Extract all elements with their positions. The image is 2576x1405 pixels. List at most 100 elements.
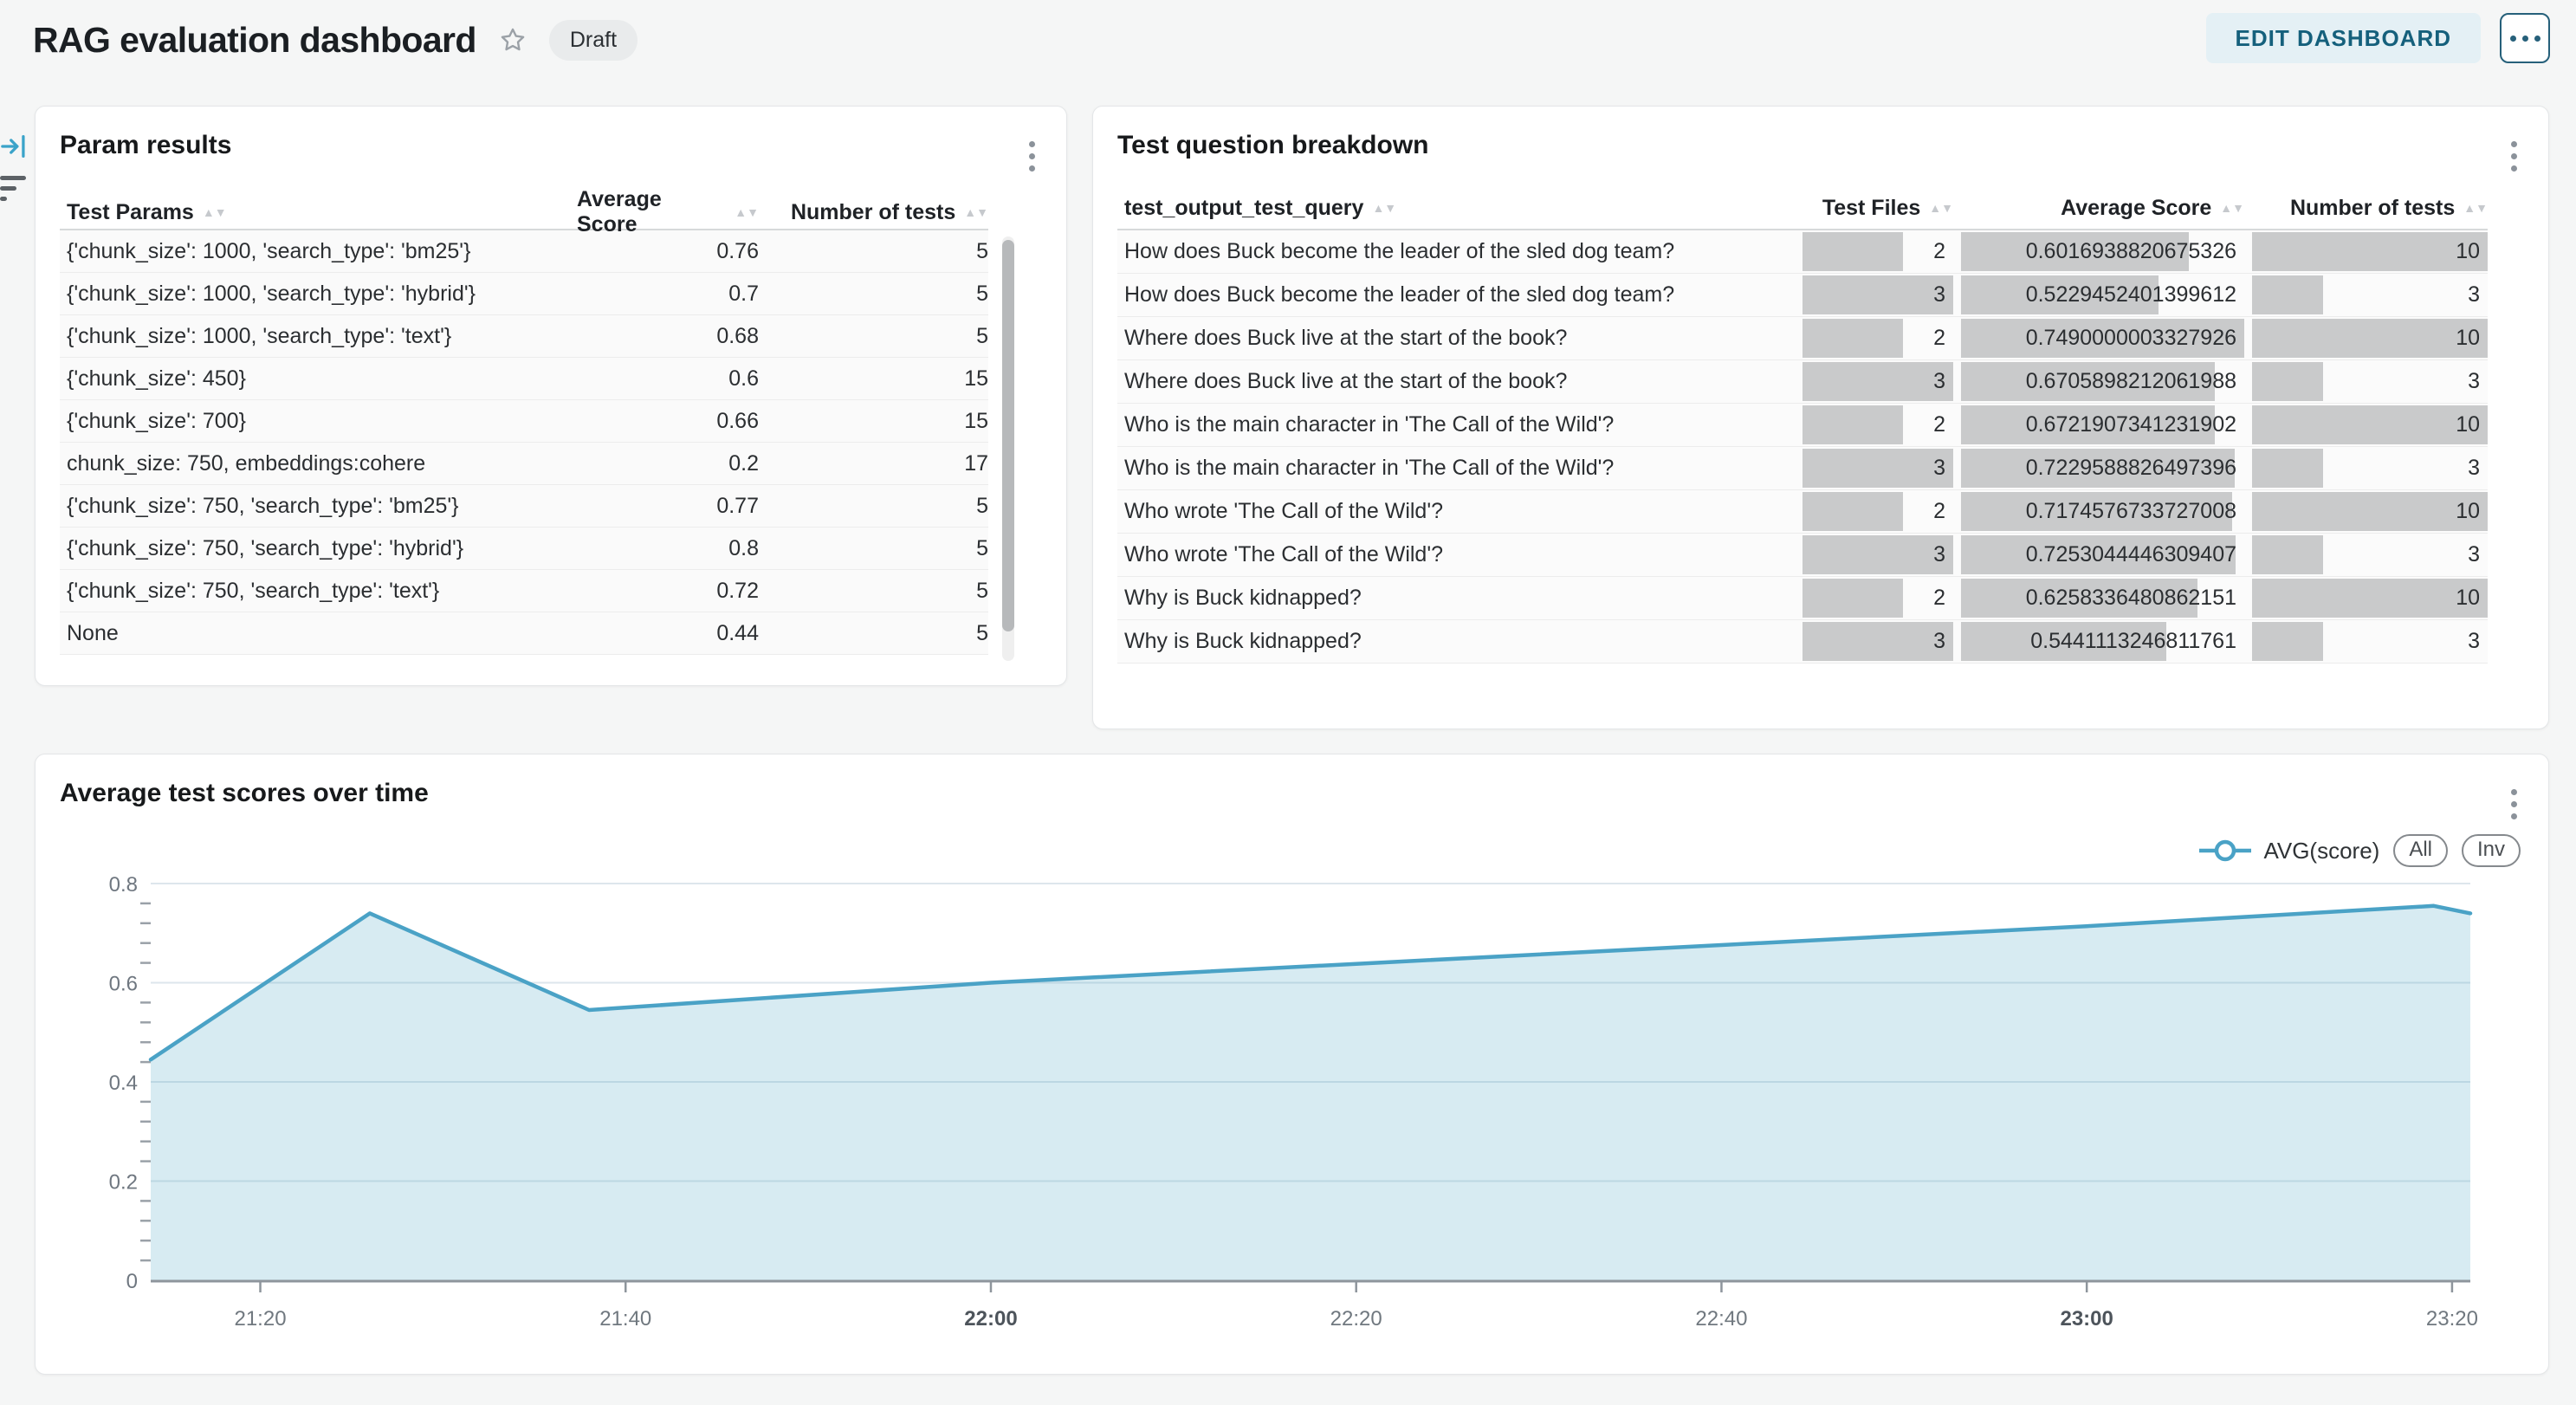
column-header-average-score[interactable]: Average Score▲▼ [1961, 196, 2244, 221]
collapse-panel-icon[interactable] [0, 132, 29, 165]
table-header-row: test_output_test_query▲▼ Test Files▲▼ Av… [1117, 187, 2488, 230]
svg-text:22:00: 22:00 [964, 1307, 1017, 1331]
cell-average-score: 0.44 [577, 621, 759, 646]
cell-number-of-tests: 3 [2252, 534, 2488, 576]
cell-average-score: 0.6 [577, 366, 759, 392]
table-row: chunk_size: 750, embeddings:cohere0.217 [60, 443, 988, 485]
sort-icon: ▲▼ [2220, 204, 2244, 213]
cell-test-files: 3 [1803, 360, 1953, 403]
cell-test-files: 3 [1803, 534, 1953, 576]
column-header-number-of-tests[interactable]: Number of tests▲▼ [2252, 196, 2488, 221]
column-header-test-params[interactable]: Test Params▲▼ [60, 200, 577, 225]
cell-test-params: {'chunk_size': 1000, 'search_type': 'bm2… [60, 239, 577, 264]
data-bar [1803, 492, 1903, 531]
data-bar [2252, 362, 2323, 401]
edit-dashboard-button[interactable]: EDIT DASHBOARD [2206, 13, 2481, 63]
svg-text:0.8: 0.8 [109, 873, 138, 897]
table-body: How does Buck become the leader of the s… [1117, 230, 2488, 664]
cell-number-of-tests: 5 [759, 621, 988, 646]
cell-average-score: 0.72 [577, 579, 759, 604]
table-row: {'chunk_size': 750, 'search_type': 'text… [60, 570, 988, 612]
cell-test-params: {'chunk_size': 450} [60, 366, 577, 392]
data-bar [2252, 405, 2488, 444]
data-bar [2252, 275, 2323, 314]
cell-number-of-tests: 3 [2252, 447, 2488, 489]
sort-icon: ▲▼ [1372, 204, 1396, 213]
cell-number-of-tests: 10 [2252, 490, 2488, 533]
sort-icon: ▲▼ [203, 208, 227, 217]
column-header-number-of-tests[interactable]: Number of tests▲▼ [759, 200, 988, 225]
cell-test-files: 3 [1803, 274, 1953, 316]
table-row: {'chunk_size': 450}0.615 [60, 358, 988, 400]
table-scrollbar-thumb[interactable] [1002, 240, 1014, 631]
table-row: {'chunk_size': 750, 'search_type': 'bm25… [60, 485, 988, 528]
table-row: Where does Buck live at the start of the… [1117, 360, 2488, 404]
cell-test-files: 3 [1803, 620, 1953, 663]
filter-icon[interactable] [0, 176, 26, 201]
table-row: Who is the main character in 'The Call o… [1117, 447, 2488, 490]
svg-text:0.4: 0.4 [109, 1072, 138, 1095]
table-row: None0.445 [60, 612, 988, 655]
cell-average-score: 0.6258336480862151 [1961, 577, 2244, 619]
cell-test-files: 2 [1803, 317, 1953, 359]
cell-average-score: 0.5229452401399612 [1961, 274, 2244, 316]
table-row: Who wrote 'The Call of the Wild'?20.7174… [1117, 490, 2488, 534]
cell-average-score: 0.7174576733727008 [1961, 490, 2244, 533]
cell-test-query: Who is the main character in 'The Call o… [1117, 456, 1795, 481]
cell-average-score: 0.6721907341231902 [1961, 404, 2244, 446]
cell-test-query: Why is Buck kidnapped? [1117, 586, 1795, 611]
table-row: {'chunk_size': 1000, 'search_type': 'hyb… [60, 273, 988, 315]
sort-icon: ▲▼ [735, 208, 759, 217]
page-title: RAG evaluation dashboard [33, 20, 476, 61]
cell-number-of-tests: 15 [759, 366, 988, 392]
cell-test-query: How does Buck become the leader of the s… [1117, 282, 1795, 308]
svg-text:0: 0 [126, 1270, 138, 1293]
cell-number-of-tests: 3 [2252, 620, 2488, 663]
svg-text:21:20: 21:20 [234, 1307, 286, 1331]
cell-average-score: 0.7229588826497396 [1961, 447, 2244, 489]
svg-text:21:40: 21:40 [599, 1307, 651, 1331]
cell-test-query: Why is Buck kidnapped? [1117, 629, 1795, 654]
more-options-button[interactable] [2500, 13, 2550, 63]
cell-average-score: 0.77 [577, 494, 759, 519]
card-menu-kebab-icon[interactable] [1026, 138, 1039, 175]
cell-number-of-tests: 5 [759, 494, 988, 519]
cell-test-query: Where does Buck live at the start of the… [1117, 326, 1795, 351]
card-menu-kebab-icon[interactable] [2508, 138, 2521, 175]
column-header-average-score[interactable]: Average Score▲▼ [577, 187, 759, 237]
data-bar [1803, 275, 1953, 314]
cell-test-query: Who is the main character in 'The Call o… [1117, 412, 1795, 437]
table-row: Who wrote 'The Call of the Wild'?30.7253… [1117, 534, 2488, 577]
cell-test-params: {'chunk_size': 750, 'search_type': 'text… [60, 579, 577, 604]
cell-average-score: 0.76 [577, 239, 759, 264]
svg-text:22:40: 22:40 [1695, 1307, 1747, 1331]
column-header-test-query[interactable]: test_output_test_query▲▼ [1117, 196, 1795, 221]
card-title: Param results [60, 131, 231, 160]
table-scrollbar-track [1002, 236, 1014, 661]
cell-number-of-tests: 3 [2252, 360, 2488, 403]
data-bar [1803, 449, 1953, 488]
data-bar [2252, 622, 2323, 661]
cell-number-of-tests: 10 [2252, 577, 2488, 619]
cell-average-score: 0.5441113246811761 [1961, 620, 2244, 663]
cell-number-of-tests: 10 [2252, 317, 2488, 359]
cell-test-query: Where does Buck live at the start of the… [1117, 369, 1795, 394]
table-row: How does Buck become the leader of the s… [1117, 274, 2488, 317]
data-bar [2252, 319, 2488, 358]
cell-number-of-tests: 15 [759, 409, 988, 434]
data-bar [2252, 579, 2488, 618]
cell-average-score: 0.6016938820675326 [1961, 230, 2244, 273]
cell-number-of-tests: 3 [2252, 274, 2488, 316]
header-bar: RAG evaluation dashboard Draft [33, 0, 638, 80]
avg-score-area-chart[interactable]: 00.20.40.60.821:2021:4022:0022:2022:4023… [36, 754, 2550, 1376]
test-breakdown-table: test_output_test_query▲▼ Test Files▲▼ Av… [1117, 187, 2526, 664]
cell-average-score: 0.7253044446309407 [1961, 534, 2244, 576]
cell-average-score: 0.68 [577, 324, 759, 349]
column-header-test-files[interactable]: Test Files▲▼ [1803, 196, 1953, 221]
table-row: Why is Buck kidnapped?20.625833648086215… [1117, 577, 2488, 620]
cell-test-params: chunk_size: 750, embeddings:cohere [60, 451, 577, 476]
favorite-star-icon[interactable] [499, 26, 527, 54]
svg-text:0.6: 0.6 [109, 973, 138, 996]
data-bar [2252, 449, 2323, 488]
status-badge: Draft [549, 20, 638, 61]
